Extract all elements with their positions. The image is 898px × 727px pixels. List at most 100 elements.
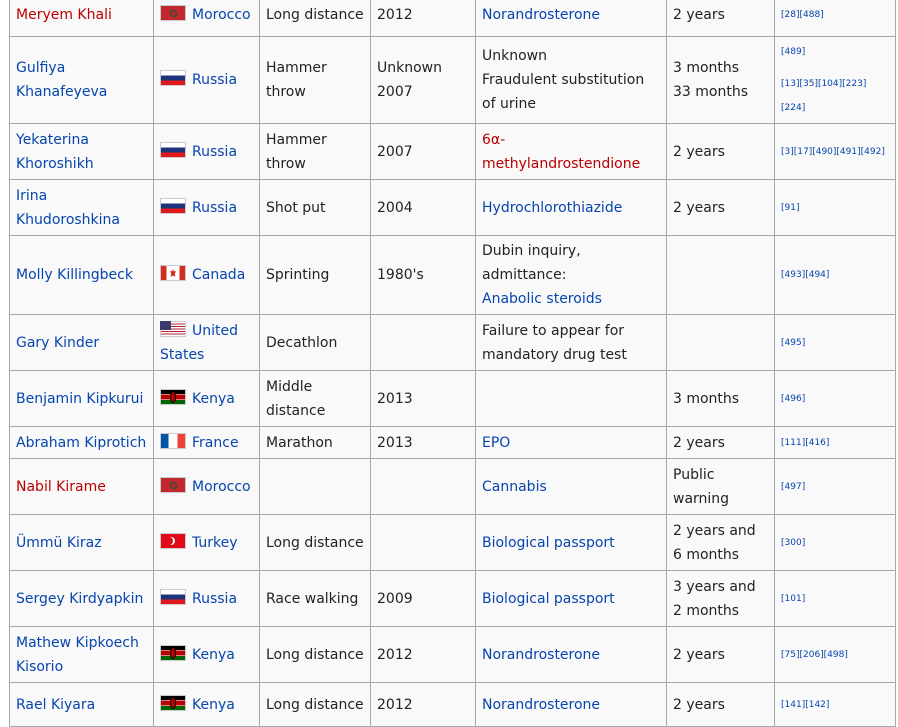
reference-link[interactable]: [28][488] xyxy=(781,3,889,27)
event-cell: Marathon xyxy=(259,426,371,459)
event-cell: Shot put xyxy=(259,179,371,236)
country-link[interactable]: France xyxy=(192,435,239,451)
athlete-link[interactable]: Irina Khudoroshkina xyxy=(16,188,120,228)
athlete-link[interactable]: Gulfiya Khanafeyeva xyxy=(16,60,107,100)
event-cell: Middle distance xyxy=(259,370,371,427)
reference-link[interactable]: [75][206][498] xyxy=(781,643,889,667)
country-link[interactable]: Turkey xyxy=(192,535,238,551)
country-cell: Kenya xyxy=(153,682,260,727)
athlete-cell: Sergey Kirdyapkin xyxy=(9,570,154,627)
penalty-cell: 2 years xyxy=(666,426,775,459)
substance-text: Failure to appear for mandatory drug tes… xyxy=(482,322,627,363)
substance-cell: Cannabis xyxy=(475,458,667,515)
substance-link[interactable]: Norandrosterone xyxy=(482,3,660,27)
penalty-cell xyxy=(666,235,775,315)
athlete-link[interactable]: Yekaterina Khoroshikh xyxy=(16,132,94,172)
table-row: Gary Kinder United States Decathlon Failure… xyxy=(9,314,896,371)
penalty-text: 2 years xyxy=(673,6,725,23)
year-cell xyxy=(370,458,476,515)
substance-link[interactable]: Cannabis xyxy=(482,475,660,499)
year-cell: 2007 xyxy=(370,123,476,180)
athlete-link[interactable]: Gary Kinder xyxy=(16,335,99,351)
country-cell: France xyxy=(153,426,260,459)
substance-link[interactable]: Anabolic steroids xyxy=(482,287,660,311)
athlete-link[interactable]: Meryem Khali xyxy=(16,7,112,23)
country-link[interactable]: Russia xyxy=(192,591,237,607)
doping-cases-table: Meryem Khali Morocco Long distance 2012 Nora… xyxy=(9,0,896,727)
athlete-link[interactable]: Benjamin Kipkurui xyxy=(16,391,143,407)
reference-link[interactable]: [495] xyxy=(781,331,889,355)
athlete-link[interactable]: Sergey Kirdyapkin xyxy=(16,591,143,607)
country-link[interactable]: Kenya xyxy=(192,391,235,407)
country-link[interactable]: Russia xyxy=(192,144,237,160)
year-cell: 2004 xyxy=(370,179,476,236)
country-cell: United States xyxy=(153,314,260,371)
year-cell: 2009 xyxy=(370,570,476,627)
reference-link[interactable]: [493][494] xyxy=(781,263,889,287)
reference-cell: [141][142] xyxy=(774,682,896,727)
country-link[interactable]: Russia xyxy=(192,72,237,88)
substance-link[interactable]: Hydrochlorothiazide xyxy=(482,196,660,220)
penalty-text: 3 years and 2 months xyxy=(673,578,756,619)
athlete-link[interactable]: Ümmü Kiraz xyxy=(16,535,102,551)
table-row: Abraham Kiprotich France Marathon 2013 EPO 2 … xyxy=(9,426,896,459)
athlete-link[interactable]: Mathew Kipkoech Kisorio xyxy=(16,635,139,675)
athlete-link[interactable]: Rael Kiyara xyxy=(16,697,95,713)
reference-link[interactable]: [489] xyxy=(781,40,889,64)
reference-link[interactable]: [497] xyxy=(781,475,889,499)
table-row: Ümmü Kiraz Turkey Long distance Biological … xyxy=(9,514,896,571)
substance-link[interactable]: Norandrosterone xyxy=(482,643,660,667)
athlete-link[interactable]: Abraham Kiprotich xyxy=(16,435,146,451)
reference-cell: [101] xyxy=(774,570,896,627)
country-link[interactable]: Kenya xyxy=(192,647,235,663)
penalty-text: 33 months xyxy=(673,84,748,100)
substance-link[interactable]: 6α-methylandrostendione xyxy=(482,128,660,176)
athlete-link[interactable]: Molly Killingbeck xyxy=(16,267,133,283)
substance-link[interactable]: Norandrosterone xyxy=(482,693,660,717)
reference-cell: [111][416] xyxy=(774,426,896,459)
reference-link[interactable]: [111][416] xyxy=(781,431,889,455)
substance-cell: Biological passport xyxy=(475,514,667,571)
substance-link[interactable]: Biological passport xyxy=(482,531,660,555)
athlete-link[interactable]: Nabil Kirame xyxy=(16,479,106,495)
reference-link[interactable]: [101] xyxy=(781,587,889,611)
penalty-text: Public warning xyxy=(673,466,730,507)
reference-link[interactable]: [13][35][104][223][224] xyxy=(781,72,889,120)
reference-link[interactable]: [3][17][490][491][492] xyxy=(781,140,889,164)
reference-cell: [28][488] xyxy=(774,0,896,37)
penalty-cell: 3 months 33 months xyxy=(666,36,775,124)
country-link[interactable]: Morocco xyxy=(192,479,251,495)
country-cell: Canada xyxy=(153,235,260,315)
substance-link[interactable]: Biological passport xyxy=(482,587,660,611)
russia-flag-icon xyxy=(160,70,186,86)
penalty-cell: 3 months xyxy=(666,370,775,427)
country-cell: Turkey xyxy=(153,514,260,571)
reference-link[interactable]: [91] xyxy=(781,196,889,220)
table-row: Rael Kiyara Kenya Long distance 2012 Norandr… xyxy=(9,682,896,727)
turkey-flag-icon xyxy=(160,532,186,549)
penalty-cell: 2 years xyxy=(666,0,775,37)
event-cell: Hammer throw xyxy=(259,123,371,180)
country-cell: Russia xyxy=(153,179,260,236)
doping-table-container: Meryem Khali Morocco Long distance 2012 Nora… xyxy=(0,0,896,727)
event-cell: Long distance xyxy=(259,626,371,683)
athlete-cell: Meryem Khali xyxy=(9,0,154,37)
penalty-text: 2 years xyxy=(673,143,725,160)
substance-text: Unknown xyxy=(482,48,547,64)
table-row: Irina Khudoroshkina Russia Shot put 2004 Hyd… xyxy=(9,179,896,236)
substance-text: Fraudulent substitution of urine xyxy=(482,72,645,112)
reference-cell: [493][494] xyxy=(774,235,896,315)
country-cell: Russia xyxy=(153,570,260,627)
france-flag-icon xyxy=(160,432,186,449)
country-link[interactable]: Kenya xyxy=(192,697,235,713)
reference-link[interactable]: [141][142] xyxy=(781,693,889,717)
reference-link[interactable]: [496] xyxy=(781,387,889,411)
russia-flag-icon xyxy=(160,141,186,158)
country-link[interactable]: Canada xyxy=(192,267,245,283)
event-cell: Decathlon xyxy=(259,314,371,371)
substance-link[interactable]: EPO xyxy=(482,431,660,455)
country-link[interactable]: Morocco xyxy=(192,7,251,23)
kenya-flag-icon xyxy=(160,644,186,661)
country-link[interactable]: Russia xyxy=(192,200,237,216)
reference-link[interactable]: [300] xyxy=(781,531,889,555)
